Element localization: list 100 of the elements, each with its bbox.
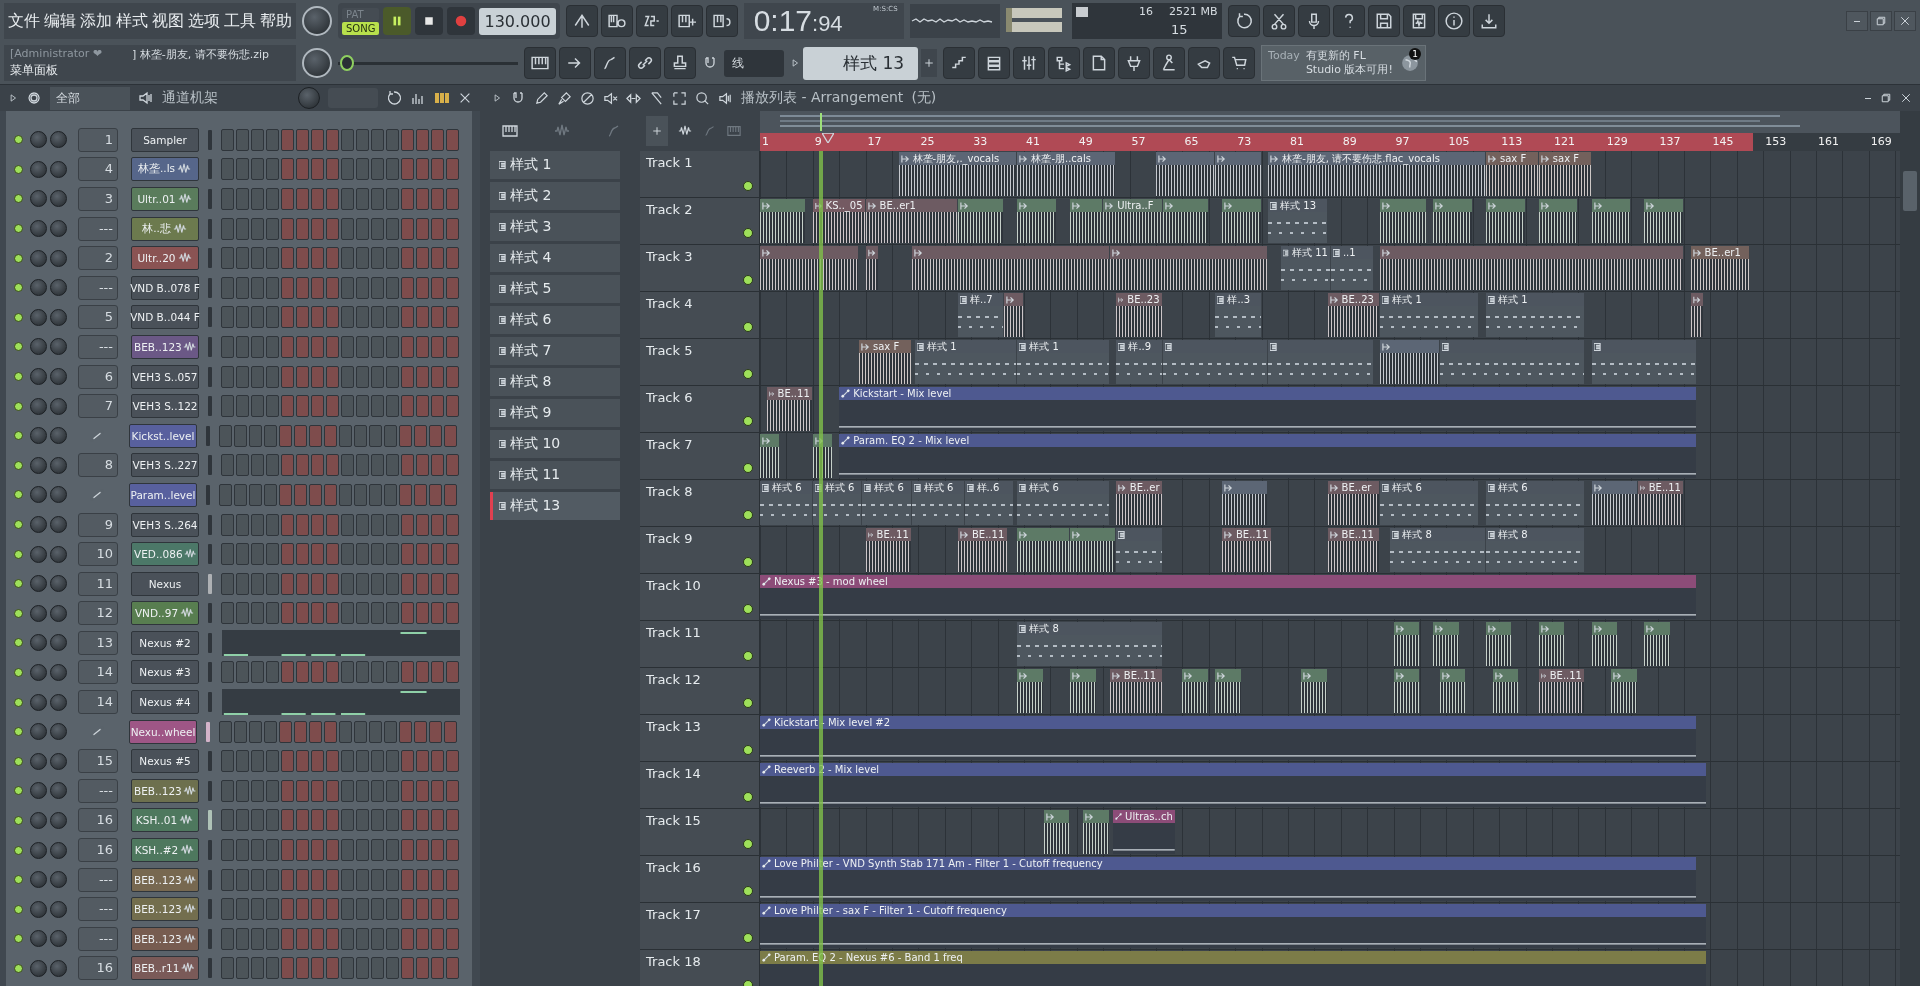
clip-header[interactable]: BE..er1 [1690, 246, 1749, 259]
channel-name-button[interactable]: Nexus #3 [131, 660, 199, 685]
mixer-track-field[interactable]: --- [78, 216, 118, 241]
channel-name-button[interactable]: VEH3 S..227 [131, 453, 199, 478]
clip-header[interactable]: BE..er [1116, 481, 1162, 494]
clip-header[interactable]: 样式 6 [911, 481, 964, 494]
mixer-track-field[interactable]: 7 [78, 394, 118, 419]
clip-header[interactable]: 样式 11 [1281, 246, 1330, 259]
channel-name-button[interactable]: BEB..123 [131, 897, 199, 922]
channel-name-button[interactable]: 林..悲 [131, 216, 199, 241]
clip-header[interactable]: Nexus #3 - mod wheel [760, 575, 1697, 588]
menu-item[interactable]: 样式 [116, 10, 148, 32]
mixer-track-field[interactable]: --- [78, 334, 118, 359]
clip-header[interactable]: 样式 6 [1380, 481, 1479, 494]
pattern-item[interactable]: 样式 2 [490, 182, 620, 210]
menu-item[interactable]: 工具 [224, 10, 256, 32]
mixer-track-field[interactable]: --- [78, 926, 118, 951]
pattern-song-switch[interactable]: PAT SONG [342, 7, 380, 35]
snap-dropdown[interactable]: 线 [724, 49, 784, 77]
clip-header[interactable]: Param. EQ 2 - Mix level [839, 434, 1697, 447]
mixer-track-field[interactable]: 1 [78, 127, 118, 152]
mixer-track-field[interactable]: --- [78, 275, 118, 300]
clip-header[interactable]: Ultra..F [1103, 199, 1162, 212]
clip-header[interactable]: Param. EQ 2 - Nexus #6 - Band 1 freq [760, 951, 1707, 964]
clip-header[interactable]: sax F [1538, 152, 1591, 165]
channel-filter-dropdown[interactable]: 全部 [50, 86, 130, 110]
mixer-track-field[interactable]: 4 [78, 157, 118, 182]
menu-item[interactable]: 选项 [188, 10, 220, 32]
clip-header[interactable]: Kickstart - Mix level #2 [760, 716, 1697, 729]
track-header[interactable]: Track 4 [640, 292, 760, 338]
channel-name-button[interactable]: BEB..123 [131, 867, 199, 892]
news-panel[interactable]: Today 有更新的 FL Studio 版本可用! 1 [1261, 45, 1427, 81]
pattern-item[interactable]: 样式 1 [490, 151, 620, 179]
menu-item[interactable]: 文件 [8, 10, 40, 32]
pattern-item[interactable]: 样式 6 [490, 306, 620, 334]
track-header[interactable]: Track 2 [640, 198, 760, 244]
channel-name-button[interactable]: Nexus #2 [131, 630, 199, 655]
track-header[interactable]: Track 3 [640, 245, 760, 291]
clip-header[interactable]: Love Philter - VND Synth Stab 171 Am - Filter 1 - Cutoff frequency [760, 857, 1697, 870]
clip-header[interactable]: ..1 [1330, 246, 1373, 259]
track-header[interactable]: Track 9 [640, 527, 760, 573]
track-header[interactable]: Track 13 [640, 715, 760, 761]
track-header[interactable]: Track 15 [640, 809, 760, 855]
clip-header[interactable]: BE..11 [958, 528, 1007, 541]
clip-header[interactable]: Reeverb 2 - Mix level [760, 763, 1707, 776]
mixer-track-field[interactable]: --- [78, 867, 118, 892]
clip-header[interactable]: BE..er [1327, 481, 1380, 494]
channel-name-button[interactable]: BEB..123 [131, 334, 199, 359]
mixer-track-field[interactable]: 16 [78, 808, 118, 833]
mixer-track-field[interactable]: 11 [78, 571, 118, 596]
clip-header[interactable]: 林垄-朋友,._vocals [898, 152, 1017, 165]
menu-item[interactable]: 帮助 [260, 10, 292, 32]
clip-header[interactable]: 样式 1 [915, 340, 1017, 353]
mixer-track-field[interactable]: 16 [78, 838, 118, 863]
clip-header[interactable]: sax F [1486, 152, 1538, 165]
channel-name-button[interactable]: Nexus [131, 571, 199, 596]
clip-header[interactable]: 样式 8 [1390, 528, 1485, 541]
pattern-item[interactable]: 样式 9 [490, 399, 620, 427]
channel-name-button[interactable]: Sampler [131, 127, 199, 152]
clip-header[interactable]: 样式 6 [1486, 481, 1584, 494]
mixer-track-field[interactable]: --- [78, 897, 118, 922]
mixer-track-field[interactable]: 16 [78, 956, 118, 981]
channel-name-button[interactable]: Ultr..01 [131, 187, 199, 211]
channel-name-button[interactable]: KSH..01 [131, 808, 199, 833]
clip-header[interactable]: 样式 1 [1486, 293, 1584, 306]
pattern-selector[interactable]: 样式 13 [803, 46, 919, 80]
clip-header[interactable]: 样..6 [964, 481, 1014, 494]
clip-header[interactable]: BE..23 [1116, 293, 1162, 306]
track-header[interactable]: Track 16 [640, 856, 760, 902]
clip-header[interactable]: 样..3 [1215, 293, 1261, 306]
track-header[interactable]: Track 7 [640, 433, 760, 479]
clip-header[interactable]: Kickstart - Mix level [839, 387, 1697, 400]
mixer-track-field[interactable]: 10 [78, 542, 118, 567]
mixer-track-field[interactable]: 3 [78, 187, 118, 211]
channel-name-button[interactable]: Kickst..level [129, 423, 197, 448]
mixer-track-field[interactable]: --- [78, 778, 118, 803]
channel-name-button[interactable]: VED..086 [131, 542, 199, 567]
clip-header[interactable]: Ultras..ch [1113, 810, 1175, 823]
clip-header[interactable]: BE..11 [1327, 528, 1380, 541]
track-header[interactable]: Track 1 [640, 151, 760, 197]
mixer-track-field[interactable]: 9 [78, 512, 118, 537]
mixer-track-field[interactable]: 6 [78, 364, 118, 389]
pattern-item[interactable]: 样式 5 [490, 275, 620, 303]
timeline-ruler[interactable]: 1 9 17 25 33 41 49 57 65 73 81 89 97 105 113 121 129 137 145 153 161 169 [760, 133, 1900, 151]
pattern-item[interactable]: 样式 8 [490, 368, 620, 396]
clip-header[interactable]: 样式 6 [862, 481, 911, 494]
clip-header[interactable]: 样..7 [958, 293, 1004, 306]
channel-name-button[interactable]: VND B..078 F [131, 275, 199, 300]
pattern-item[interactable]: 样式 4 [490, 244, 620, 272]
mixer-track-field[interactable]: 8 [78, 453, 118, 478]
pattern-item[interactable]: 样式 13 [490, 492, 620, 520]
tempo-field[interactable]: 130.000 [479, 7, 556, 35]
clip-header[interactable]: BE..11 [1222, 528, 1271, 541]
mixer-track-field[interactable]: 5 [78, 305, 118, 330]
channel-name-button[interactable]: BEB..123 [131, 778, 199, 803]
channel-name-button[interactable]: BEB..r11 [131, 956, 199, 981]
clip-header[interactable]: 样式 1 [1380, 293, 1479, 306]
mixer-track-field[interactable]: 12 [78, 601, 118, 626]
clip-header[interactable]: 样..9 [1116, 340, 1162, 353]
pattern-item[interactable]: 样式 10 [490, 430, 620, 458]
